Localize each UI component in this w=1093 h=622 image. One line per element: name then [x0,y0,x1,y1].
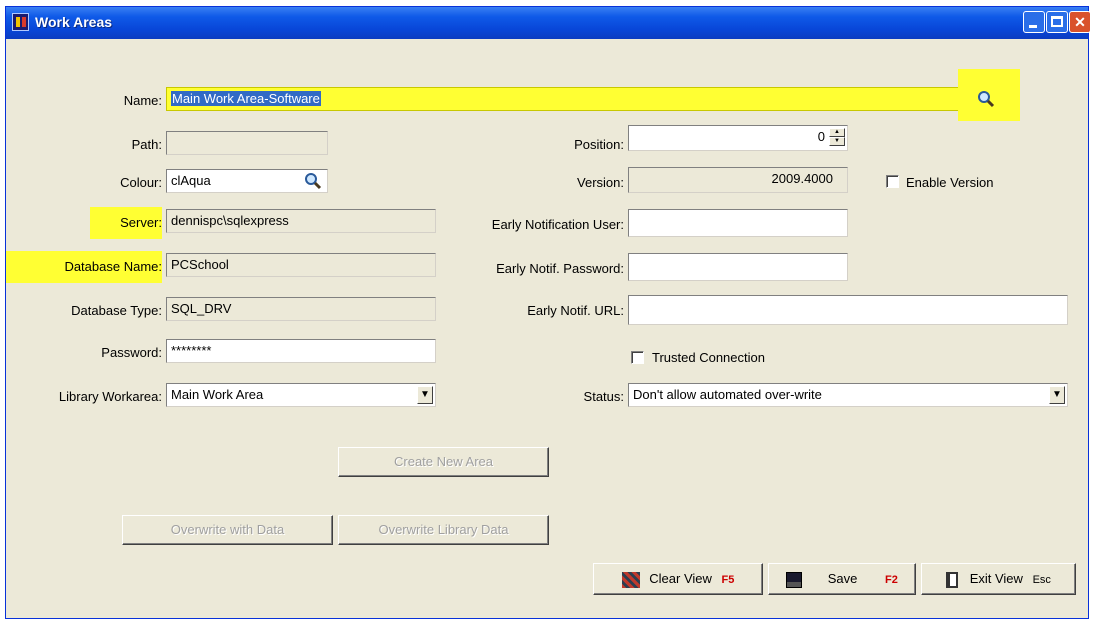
status-dropdown-icon[interactable]: ▼ [1049,386,1065,404]
window-title: Work Areas [35,14,113,30]
exit-view-key: Esc [1032,574,1051,586]
position-field[interactable]: 0 ▲ ▼ [628,125,848,151]
title-bar[interactable]: Work Areas ✕ [6,7,1091,39]
library-label: Library Workarea: [58,389,162,404]
colour-value: clAqua [171,173,211,188]
save-label: Save [827,571,858,586]
dbtype-field[interactable]: SQL_DRV [166,297,436,321]
version-field: 2009.4000 [628,167,848,193]
position-label: Position: [574,137,624,152]
early-url-field[interactable] [628,295,1068,325]
position-value: 0 [817,129,825,144]
minimize-button[interactable] [1023,11,1045,33]
name-value: Main Work Area-Software [171,91,321,106]
save-button[interactable]: Save F2 [768,563,916,595]
server-field[interactable]: dennispc\sqlexpress [166,209,436,233]
early-pass-field[interactable] [628,253,848,281]
work-areas-window: Work Areas ✕ Name: Main Work Area-Softwa… [5,6,1091,619]
colour-search-icon[interactable] [302,171,324,191]
name-field[interactable]: Main Work Area-Software [166,87,976,111]
clear-view-icon [621,571,640,588]
early-pass-label: Early Notif. Password: [496,261,624,276]
early-user-field[interactable] [628,209,848,237]
enable-version-label: Enable Version [906,175,994,190]
overwrite-with-data-button[interactable]: Overwrite with Data [122,515,333,545]
server-label: Server: [120,215,162,230]
early-user-label: Early Notification User: [491,217,624,232]
status-value: Don't allow automated over-write [633,387,822,402]
exit-view-button[interactable]: Exit View Esc [921,563,1076,595]
dbtype-label: Database Type: [71,303,162,318]
dbname-label: Database Name: [64,259,162,274]
exit-door-icon [946,571,959,588]
library-select[interactable]: Main Work Area ▼ [166,383,436,407]
enable-version-checkbox[interactable] [886,175,899,188]
version-label: Version: [577,175,624,190]
path-field[interactable] [166,131,328,155]
colour-label: Colour: [120,175,162,190]
save-icon [786,571,803,588]
dbname-field[interactable]: PCSchool [166,253,436,277]
status-select[interactable]: Don't allow automated over-write ▼ [628,383,1068,407]
app-icon [12,13,29,31]
path-label: Path: [131,137,162,152]
trusted-connection-checkbox[interactable] [631,351,644,364]
status-label: Status: [583,389,624,404]
trusted-connection-label: Trusted Connection [652,350,765,365]
save-key: F2 [885,574,898,586]
search-icon[interactable] [975,89,997,109]
password-field[interactable]: ******** [166,339,436,363]
position-spinner[interactable]: ▲ ▼ [829,128,845,146]
name-label: Name: [123,93,162,108]
close-button[interactable]: ✕ [1069,11,1091,33]
clear-view-button[interactable]: Clear View F5 [593,563,763,595]
exit-view-label: Exit View [969,571,1023,586]
overwrite-library-data-button[interactable]: Overwrite Library Data [338,515,549,545]
clear-view-label: Clear View [649,571,712,586]
maximize-button[interactable] [1046,11,1068,33]
early-url-label: Early Notif. URL: [527,303,624,318]
library-dropdown-icon[interactable]: ▼ [417,386,433,404]
clear-view-key: F5 [721,574,735,586]
library-value: Main Work Area [171,387,264,402]
create-new-area-button[interactable]: Create New Area [338,447,549,477]
password-label: Password: [101,345,162,360]
